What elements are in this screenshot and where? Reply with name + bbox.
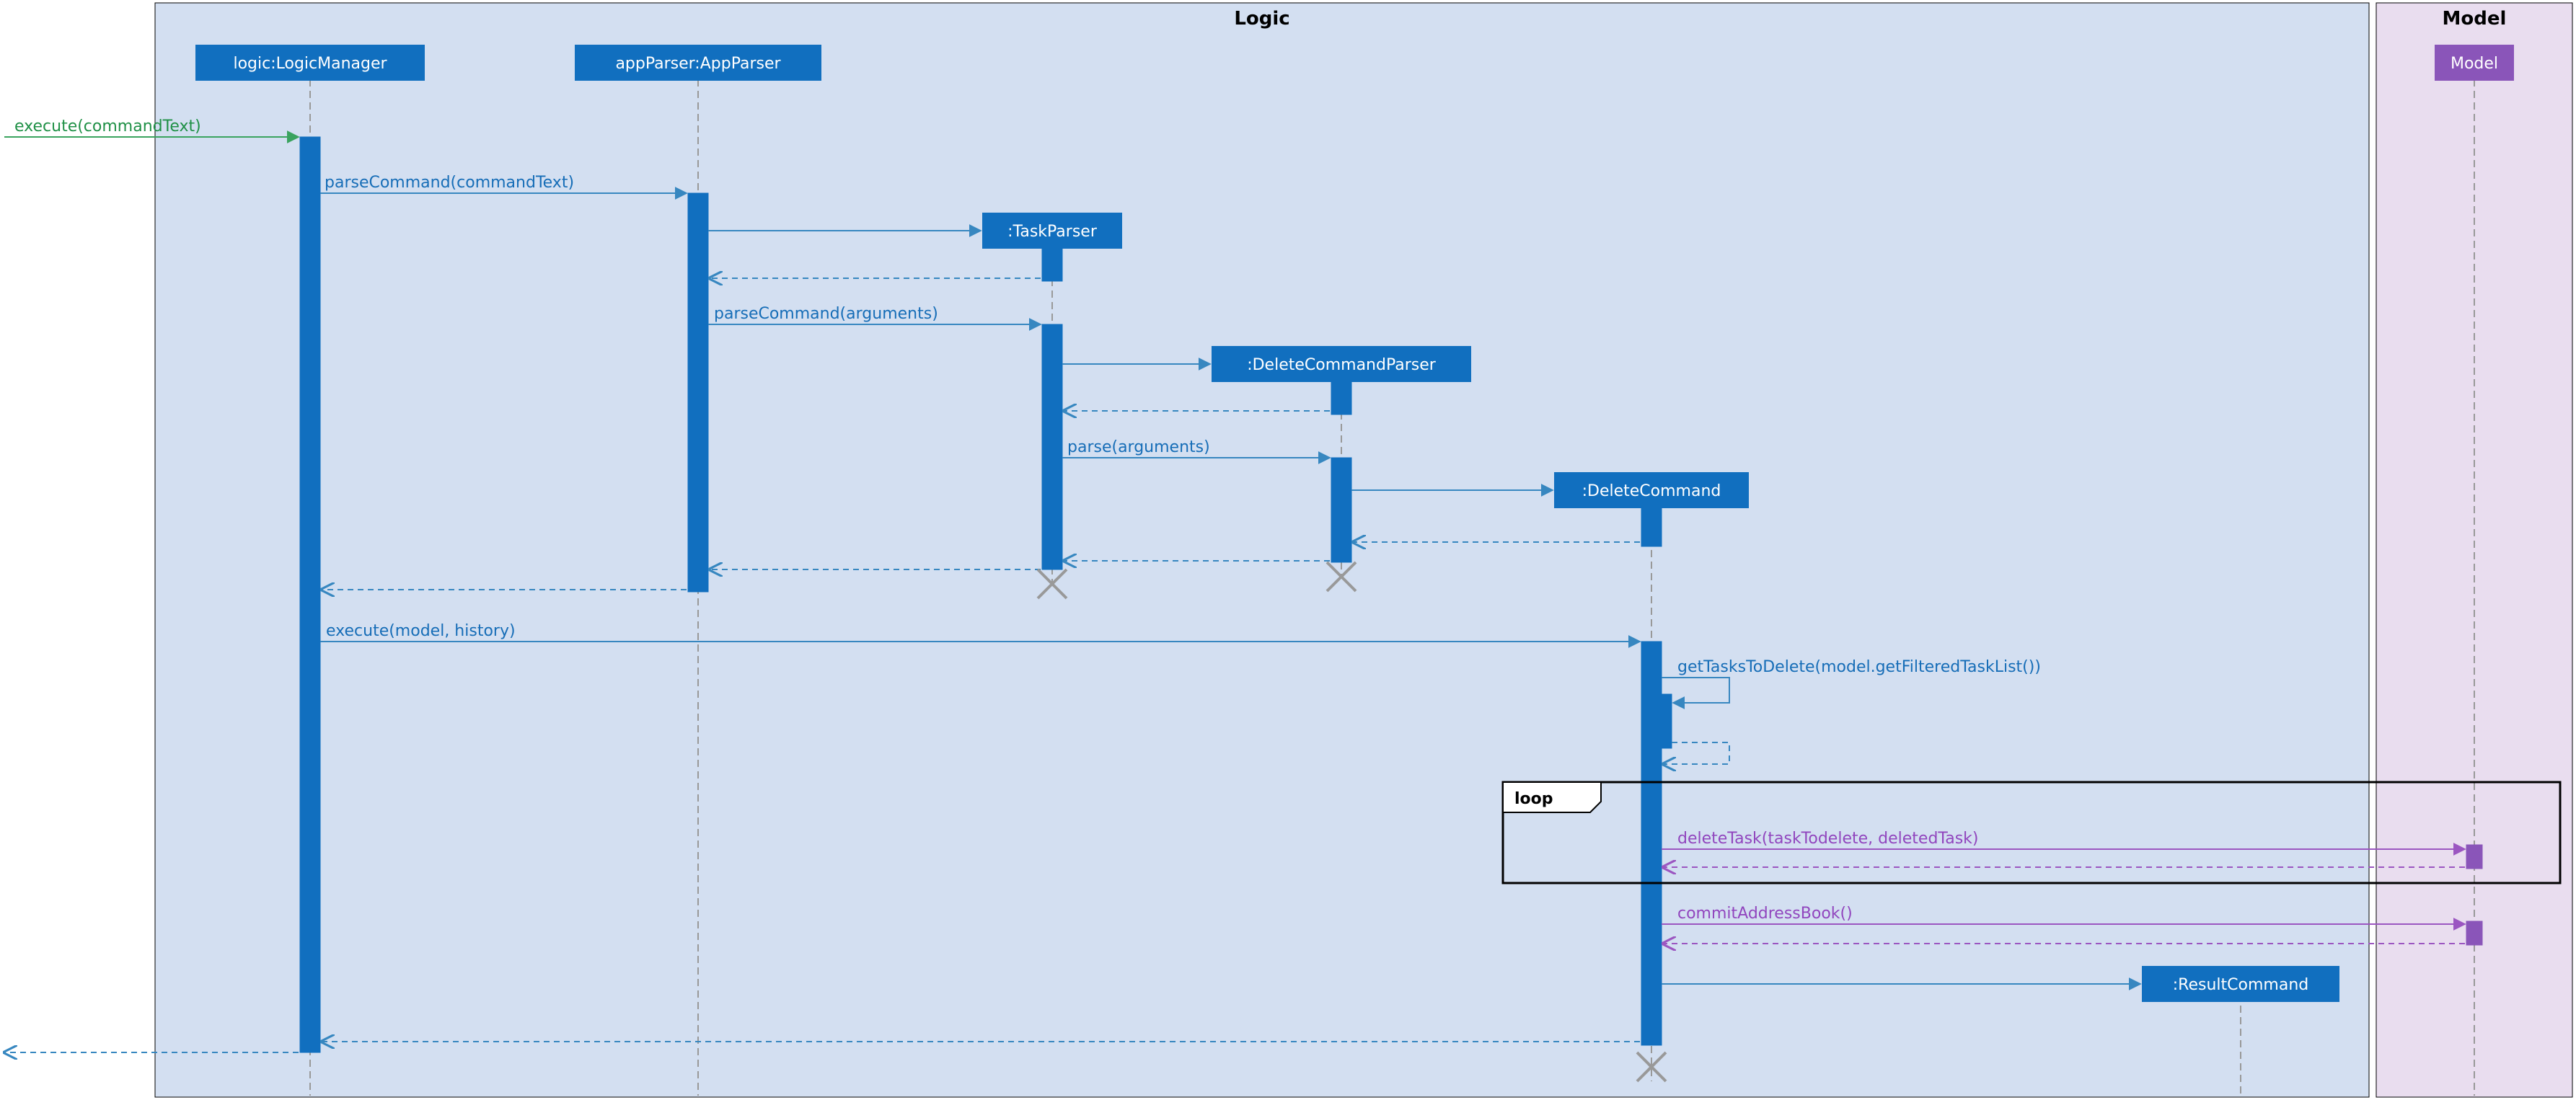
head-delete-cmd-parser-label: :DeleteCommandParser: [1247, 356, 1437, 374]
head-logic-manager-label: logic:LogicManager: [233, 55, 387, 73]
head-result-command-label: :ResultCommand: [2173, 976, 2308, 994]
activation-model-b: [2466, 921, 2482, 945]
activation-app-parser: [688, 193, 708, 592]
activation-task-parser-b: [1042, 324, 1062, 569]
lbl-parse-command-args: parseCommand(arguments): [714, 305, 938, 323]
region-logic-title: Logic: [1234, 8, 1289, 30]
lbl-execute-model-hist: execute(model, history): [326, 622, 516, 640]
lbl-parse-command-text: parseCommand(commandText): [325, 174, 574, 192]
lbl-parse-args: parse(arguments): [1067, 438, 1210, 456]
region-model-title: Model: [2443, 8, 2507, 30]
lbl-execute-commandtext: execute(commandText): [14, 117, 201, 136]
activation-dc-a: [1641, 508, 1662, 546]
head-task-parser-label: :TaskParser: [1007, 223, 1098, 241]
lbl-commit-addr-book: commitAddressBook(): [1677, 905, 1853, 923]
lbl-get-tasks-to-delete: getTasksToDelete(model.getFilteredTaskLi…: [1677, 658, 2041, 676]
frame-loop-label: loop: [1514, 790, 1553, 808]
activation-logic-manager: [300, 137, 320, 1052]
activation-dcp-b: [1331, 458, 1351, 562]
activation-model-a: [2466, 845, 2482, 869]
activation-task-parser-a: [1042, 249, 1062, 281]
activation-dc-self: [1651, 694, 1672, 748]
head-model-label: Model: [2451, 55, 2498, 73]
head-app-parser-label: appParser:AppParser: [615, 55, 781, 73]
activation-dcp-a: [1331, 382, 1351, 414]
lbl-delete-task: deleteTask(taskTodelete, deletedTask): [1677, 830, 1978, 848]
head-delete-command-label: :DeleteCommand: [1582, 482, 1721, 500]
region-logic: [155, 3, 2369, 1097]
